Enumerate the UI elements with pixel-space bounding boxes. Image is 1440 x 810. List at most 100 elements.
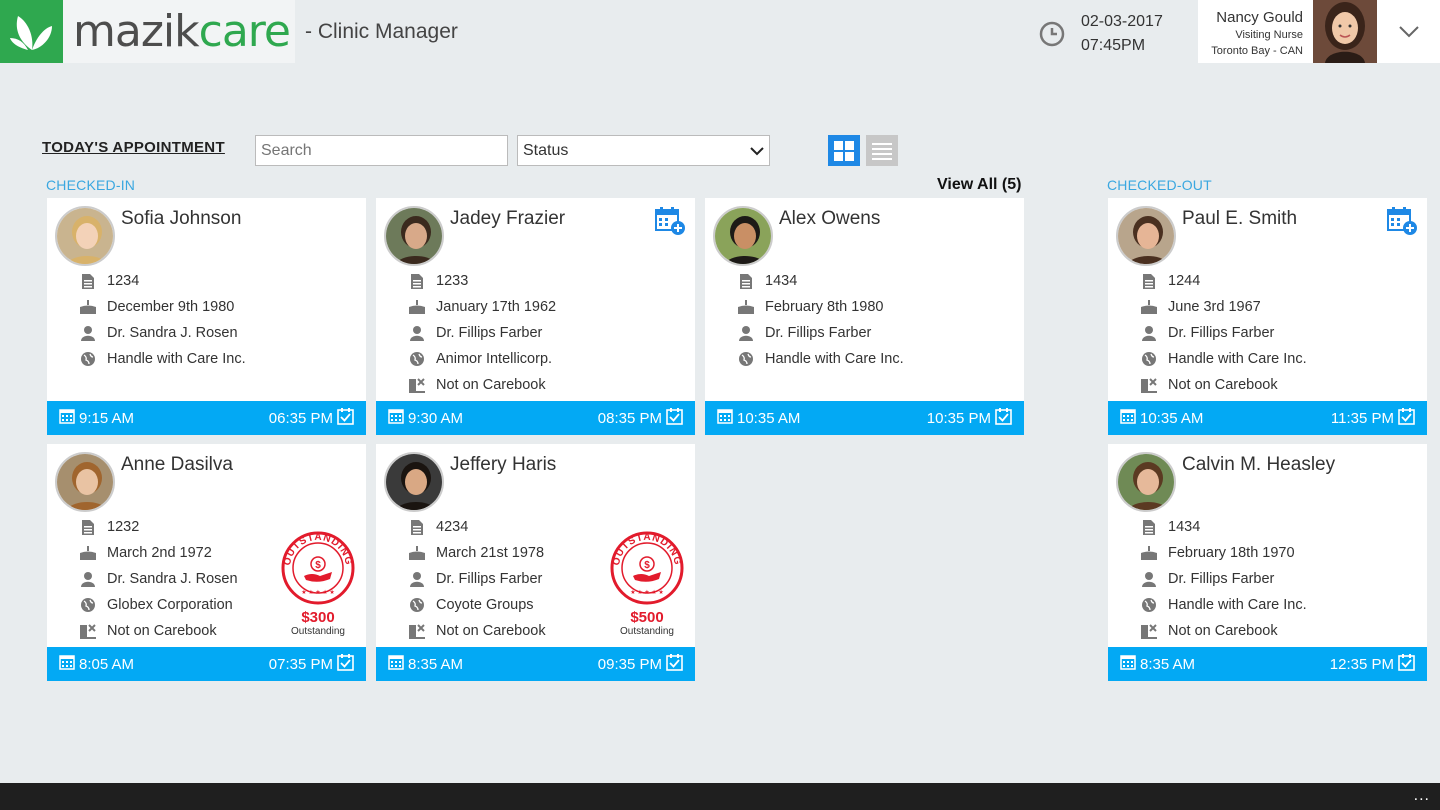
svg-text:$: $ (644, 560, 650, 571)
calendar-check-icon[interactable] (1394, 653, 1419, 675)
patient-insurance-row: Handle with Care Inc. (737, 346, 904, 372)
start-time: 10:35 AM (1140, 409, 1204, 427)
globe-icon (737, 350, 755, 368)
patient-name[interactable]: Paul E. Smith (1182, 208, 1297, 230)
taskbar: ... (0, 783, 1440, 810)
patient-details: 1234 December 9th 1980 Dr. Sandra J. Rosen… (79, 268, 246, 372)
search-input[interactable] (255, 135, 508, 166)
appointment-card[interactable]: Calvin M. Heasley 1434 February 18th 1970 D… (1108, 444, 1427, 681)
patient-insurance: Handle with Care Inc. (107, 351, 246, 367)
start-time: 10:35 AM (737, 409, 801, 427)
current-date: 02-03-2017 (1081, 13, 1163, 30)
outstanding-stamp: OUTSTANDING $ ★ ★ ★ ★ ★ $500 Outstanding (609, 530, 685, 637)
calendar-icon (384, 654, 408, 674)
user-profile[interactable]: Nancy Gould Visiting Nurse Toronto Bay -… (1198, 0, 1440, 63)
patient-doctor: Dr. Fillips Farber (765, 325, 872, 341)
todays-appointment-title: TODAY'S APPOINTMENT (42, 139, 225, 156)
patient-doctor: Dr. Sandra J. Rosen (107, 571, 238, 587)
person-icon (79, 570, 97, 588)
appointment-card[interactable]: Jeffery Haris 4234 March 21st 1978 Dr. Fill… (376, 444, 695, 681)
patient-name[interactable]: Calvin M. Heasley (1182, 454, 1335, 476)
end-time: 07:35 PM (268, 655, 333, 673)
patient-dob-row: February 8th 1980 (737, 294, 904, 320)
start-time: 8:05 AM (79, 655, 135, 673)
globe-icon (79, 350, 97, 368)
calendar-check-icon[interactable] (333, 407, 358, 429)
end-time: 10:35 PM (926, 409, 991, 427)
calendar-icon (713, 408, 737, 428)
cake-icon (737, 298, 755, 316)
cake-icon (408, 298, 426, 316)
patient-dob-row: December 9th 1980 (79, 294, 246, 320)
appointment-card[interactable]: Alex Owens 1434 February 8th 1980 Dr. Filli… (705, 198, 1024, 435)
grid-icon (834, 140, 854, 161)
carebook-status: Not on Carebook (436, 377, 546, 393)
status-select[interactable]: Status (517, 135, 770, 166)
patient-details: 1232 March 2nd 1972 Dr. Sandra J. Rosen Glo… (79, 514, 238, 644)
globe-icon (408, 596, 426, 614)
patient-name[interactable]: Sofia Johnson (121, 208, 241, 230)
patient-dob: February 18th 1970 (1168, 545, 1295, 561)
app-title: - Clinic Manager (305, 20, 458, 43)
start-time: 9:30 AM (408, 409, 464, 427)
patient-avatar (1116, 452, 1176, 512)
appointment-card[interactable]: Anne Dasilva 1232 March 2nd 1972 Dr. Sandra… (47, 444, 366, 681)
view-all-link[interactable]: View All (5) (937, 176, 1021, 194)
user-location: Toronto Bay - CAN (1211, 45, 1303, 57)
calendar-check-icon[interactable] (1394, 407, 1419, 429)
chevron-down-icon (750, 146, 764, 155)
outstanding-label: Outstanding (620, 626, 674, 637)
more-options-icon[interactable]: ... (1414, 787, 1430, 805)
nocare-icon (79, 622, 97, 640)
patient-details: 1244 June 3rd 1967 Dr. Fillips Farber Handl… (1140, 268, 1307, 398)
end-time: 12:35 PM (1329, 655, 1394, 673)
outstanding-stamp: OUTSTANDING $ ★ ★ ★ ★ ★ $300 Outstanding (280, 530, 356, 637)
patient-id-row: 1434 (1140, 514, 1307, 540)
patient-id: 1232 (107, 519, 140, 535)
mazikcare-leaf-logo (0, 0, 63, 63)
patient-name[interactable]: Anne Dasilva (121, 454, 233, 476)
patient-name[interactable]: Jadey Frazier (450, 208, 565, 230)
patient-id-row: 1244 (1140, 268, 1307, 294)
carebook-status-row: Not on Carebook (408, 372, 556, 398)
patient-dob: January 17th 1962 (436, 299, 557, 315)
patient-name[interactable]: Jeffery Haris (450, 454, 556, 476)
patient-name[interactable]: Alex Owens (779, 208, 880, 230)
patient-dob: February 8th 1980 (765, 299, 884, 315)
doc-icon (408, 518, 426, 536)
patient-insurance: Handle with Care Inc. (765, 351, 904, 367)
carebook-status: Not on Carebook (436, 623, 546, 639)
patient-avatar (55, 452, 115, 512)
calendar-add-icon[interactable] (655, 207, 685, 235)
patient-dob-row: March 21st 1978 (408, 540, 546, 566)
appointment-time-bar: 9:30 AM 08:35 PM (376, 401, 695, 435)
checked-out-label: CHECKED-OUT (1107, 177, 1212, 193)
doc-icon (79, 518, 97, 536)
globe-icon (1140, 350, 1158, 368)
patient-doctor-row: Dr. Sandra J. Rosen (79, 320, 246, 346)
calendar-icon (1116, 654, 1140, 674)
calendar-check-icon[interactable] (662, 653, 687, 675)
end-time: 08:35 PM (597, 409, 662, 427)
calendar-add-icon[interactable] (1387, 207, 1417, 235)
chevron-down-icon[interactable] (1398, 20, 1420, 42)
patient-details: 1233 January 17th 1962 Dr. Fillips Farber A… (408, 268, 556, 398)
appointment-card[interactable]: Jadey Frazier 1233 January 17th 1962 Dr. Fi… (376, 198, 695, 435)
list-view-button[interactable] (866, 135, 898, 166)
globe-icon (408, 350, 426, 368)
grid-view-button[interactable] (828, 135, 860, 166)
calendar-icon (1116, 408, 1140, 428)
patient-doctor: Dr. Fillips Farber (1168, 325, 1275, 341)
calendar-check-icon[interactable] (991, 407, 1016, 429)
appointment-card[interactable]: Sofia Johnson 1234 December 9th 1980 Dr. Sa… (47, 198, 366, 435)
person-icon (1140, 570, 1158, 588)
calendar-check-icon[interactable] (662, 407, 687, 429)
appointment-card[interactable]: Paul E. Smith 1244 June 3rd 1967 Dr. Fillip… (1108, 198, 1427, 435)
patient-doctor-row: Dr. Fillips Farber (408, 566, 546, 592)
outstanding-label: Outstanding (291, 626, 345, 637)
outstanding-amount: $300 (301, 609, 335, 626)
calendar-check-icon[interactable] (333, 653, 358, 675)
user-role: Visiting Nurse (1235, 29, 1303, 41)
svg-text:★ ★ ★ ★ ★: ★ ★ ★ ★ ★ (301, 589, 335, 596)
patient-insurance-row: Animor Intellicorp. (408, 346, 556, 372)
